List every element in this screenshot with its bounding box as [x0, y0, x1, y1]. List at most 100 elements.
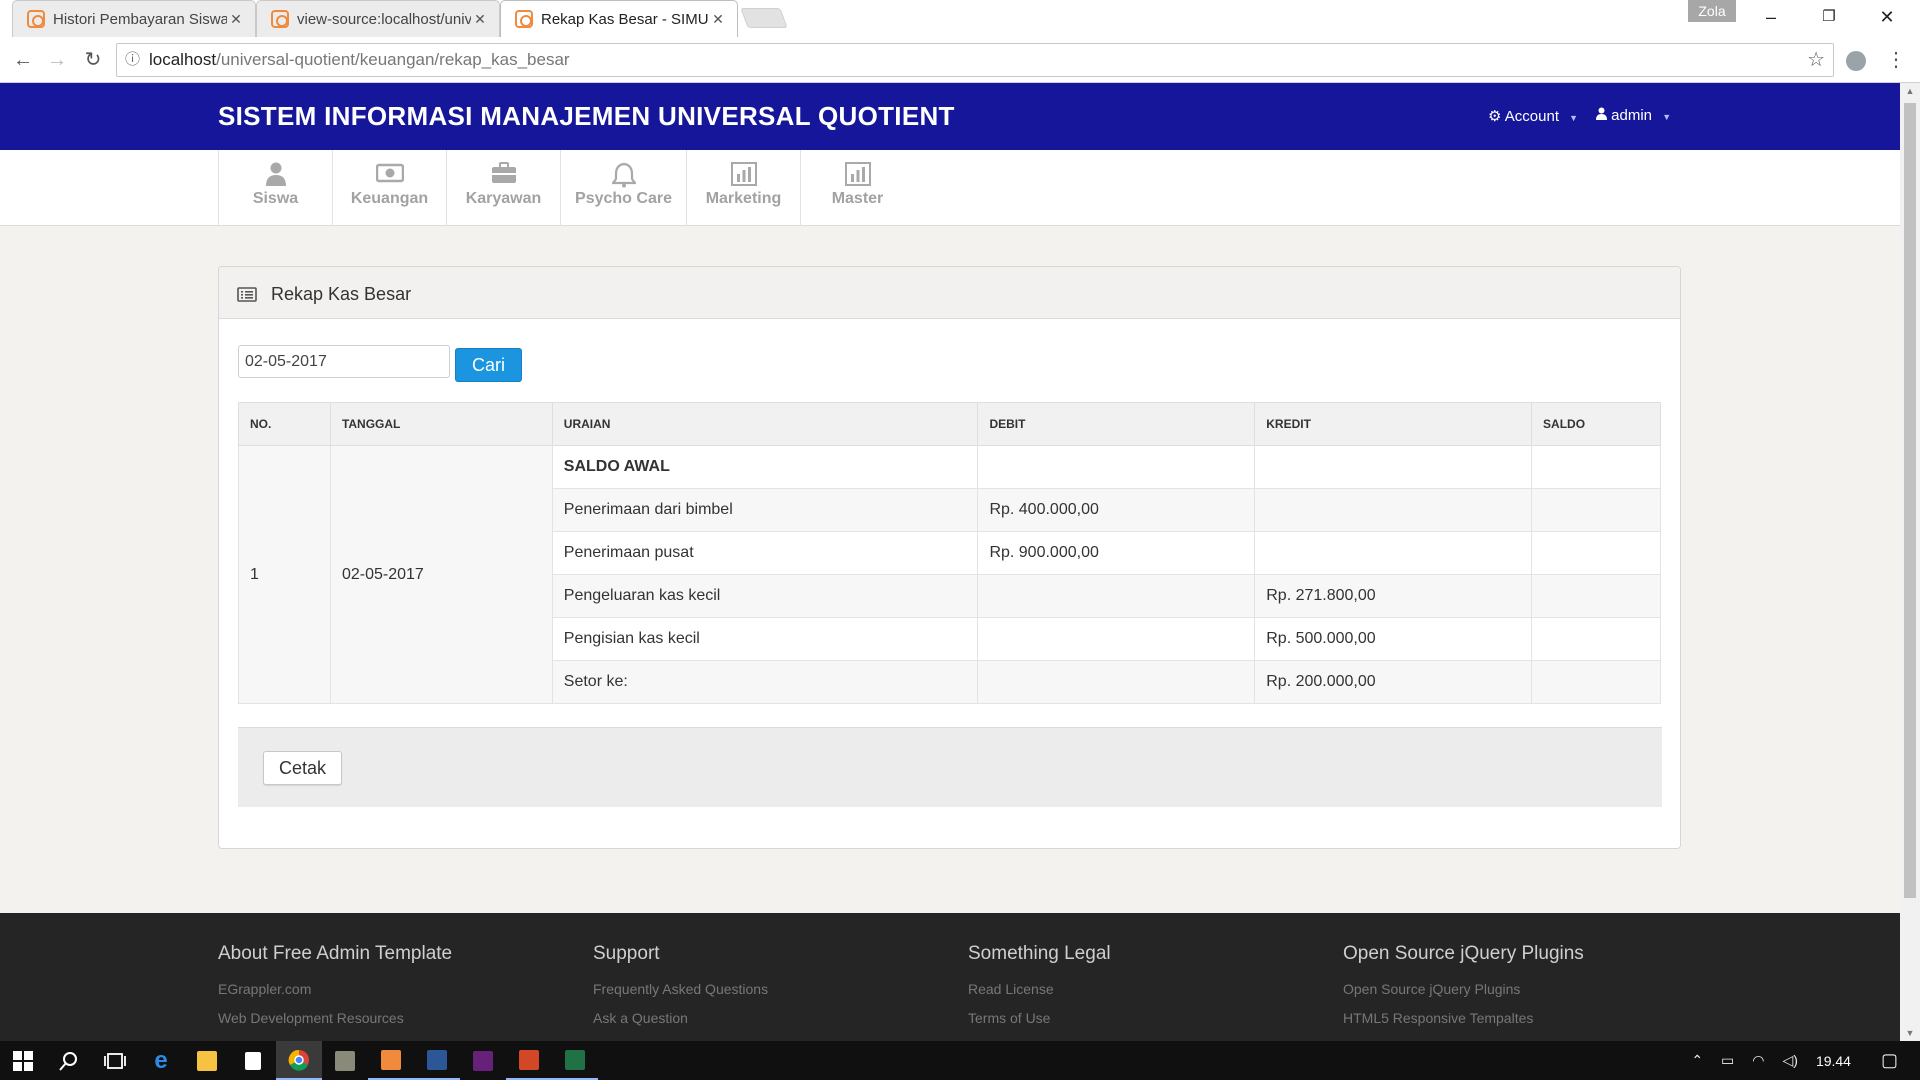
nav-item-marketing[interactable]: Marketing [686, 150, 800, 226]
new-tab-button[interactable] [740, 8, 788, 28]
edge-icon[interactable]: e [138, 1041, 184, 1080]
footer-link[interactable]: Open Source jQuery Plugins [1343, 981, 1584, 997]
table-row: 1 02-05-2017 SALDO AWAL [238, 445, 1661, 704]
nav-label: Karyawan [465, 190, 542, 207]
tab-close-icon[interactable]: ✕ [709, 11, 727, 28]
list-alt-icon [237, 287, 257, 307]
scroll-up-icon[interactable]: ▲ [1900, 83, 1920, 99]
gear-icon: ⚙ [1488, 108, 1502, 125]
date-input[interactable] [238, 345, 450, 378]
footer-column: About Free Admin Template EGrappler.com … [218, 943, 452, 1039]
clock[interactable]: 19.44 [1816, 1053, 1851, 1069]
page-scrollbar[interactable]: ▲ ▼ [1900, 83, 1920, 1041]
tab-close-icon[interactable]: ✕ [471, 11, 489, 28]
bookmark-star-icon[interactable]: ☆ [1807, 44, 1825, 76]
search-button[interactable]: Cari [455, 348, 522, 382]
battery-icon[interactable]: ▭ [1721, 1052, 1734, 1069]
bell-icon [610, 162, 637, 188]
store-icon[interactable] [230, 1041, 276, 1080]
col-header-saldo: SALDO [1531, 402, 1661, 446]
scroll-down-icon[interactable]: ▼ [1900, 1025, 1920, 1041]
nav-item-siswa[interactable]: Siswa [218, 150, 332, 226]
footer-heading: Something Legal [968, 943, 1111, 964]
nav-item-karyawan[interactable]: Karyawan [446, 150, 560, 226]
task-view-icon[interactable] [92, 1041, 138, 1080]
user-menu[interactable]: admin ▼ [1596, 107, 1671, 124]
extension-icon[interactable] [1846, 51, 1866, 71]
powerpoint-icon[interactable] [506, 1041, 552, 1080]
restore-icon[interactable]: ❐ [1800, 0, 1858, 34]
minimize-icon[interactable]: – [1742, 0, 1800, 34]
footer-link[interactable]: Frequently Asked Questions [593, 981, 768, 997]
brand-title[interactable]: SISTEM INFORMASI MANAJEMEN UNIVERSAL QUO… [218, 101, 955, 132]
address-bar[interactable]: ⓘ localhost/universal-quotient/keuangan/… [116, 43, 1834, 77]
cell-kredit [1254, 488, 1533, 532]
tab-close-icon[interactable]: ✕ [227, 11, 245, 28]
visual-studio-icon[interactable] [460, 1041, 506, 1080]
cell-uraian: Setor ke: [551, 660, 979, 704]
chrome-icon[interactable] [276, 1041, 322, 1080]
nav-label: Keuangan [350, 190, 429, 207]
xampp-favicon-icon [27, 10, 45, 28]
nav-item-psycho-care[interactable]: Psycho Care [560, 150, 686, 226]
footer-link[interactable]: Ask a Question [593, 1010, 768, 1026]
scroll-thumb[interactable] [1904, 103, 1916, 898]
back-arrow-icon[interactable]: ← [6, 43, 40, 77]
briefcase-icon [491, 162, 516, 183]
windows-start-icon[interactable] [0, 1041, 46, 1080]
word-icon[interactable] [414, 1041, 460, 1080]
xampp-icon[interactable] [368, 1041, 414, 1080]
footer-link[interactable]: Terms of Use [968, 1010, 1111, 1026]
nav-item-keuangan[interactable]: Keuangan [332, 150, 446, 226]
notification-icon[interactable]: ▢ [1881, 1050, 1898, 1071]
cell-saldo [1531, 660, 1661, 704]
user-label: admin [1611, 107, 1653, 124]
nav-label: Siswa [252, 190, 299, 207]
url-path: /universal-quotient/keuangan/rekap_kas_b… [216, 50, 570, 69]
info-icon[interactable]: ⓘ [125, 44, 140, 76]
footer-link[interactable]: Read License [968, 981, 1111, 997]
browser-tab[interactable]: view-source:localhost/universal-quotient… [256, 0, 500, 37]
account-menu[interactable]: ⚙ Account ▼ [1488, 107, 1578, 125]
widget-header: Rekap Kas Besar [219, 267, 1680, 319]
tab-title: view-source:localhost/universal-quotient [297, 10, 471, 28]
form-actions: Cetak [238, 727, 1662, 807]
cell-kredit: Rp. 200.000,00 [1254, 660, 1533, 704]
search-icon[interactable] [46, 1041, 92, 1080]
browser-tab[interactable]: Histori Pembayaran Siswa ✕ [12, 0, 256, 37]
browser-tab-active[interactable]: Rekap Kas Besar - SIMUNIQ ✕ [500, 0, 738, 37]
cell-kredit [1254, 531, 1533, 575]
cell-debit: Rp. 900.000,00 [977, 531, 1256, 575]
chevron-up-icon[interactable]: ⌃ [1691, 1052, 1703, 1069]
cell-debit [977, 574, 1256, 618]
col-header-kredit: KREDIT [1254, 402, 1533, 446]
cell-kredit: Rp. 500.000,00 [1254, 617, 1533, 661]
cell-uraian: Pengisian kas kecil [551, 617, 979, 661]
excel-icon[interactable] [552, 1041, 598, 1080]
print-button[interactable]: Cetak [263, 751, 342, 785]
forward-arrow-icon[interactable]: → [40, 43, 74, 77]
cell-saldo [1531, 617, 1661, 661]
footer-link[interactable]: Web Development Resources [218, 1010, 452, 1026]
cell-saldo [1531, 488, 1661, 532]
bar-chart-icon [730, 162, 757, 186]
cell-kredit [1254, 445, 1533, 489]
nav-item-master[interactable]: Master [800, 150, 914, 226]
user-icon [1596, 107, 1607, 120]
reload-icon[interactable]: ↻ [76, 43, 110, 77]
volume-icon[interactable]: ◁) [1783, 1052, 1798, 1069]
profile-chip[interactable]: Zola [1688, 0, 1736, 22]
user-icon [265, 162, 286, 186]
wifi-icon[interactable]: ◠ [1752, 1052, 1764, 1069]
system-tray: ⌃ ▭ ◠ ◁) 19.44 ▢ [1691, 1041, 1920, 1080]
footer-link[interactable]: EGrappler.com [218, 981, 452, 997]
browser-tab-strip: Histori Pembayaran Siswa ✕ view-source:l… [0, 0, 1920, 37]
window-close-icon[interactable]: ✕ [1858, 0, 1916, 34]
app-icon[interactable] [322, 1041, 368, 1080]
file-explorer-icon[interactable] [184, 1041, 230, 1080]
browser-menu-icon[interactable]: ⋮ [1886, 43, 1906, 77]
footer-link[interactable]: HTML5 Responsive Tempaltes [1343, 1010, 1584, 1026]
cell-debit [977, 660, 1256, 704]
table-header-row: NO. TANGGAL URAIAN DEBIT KREDIT SALDO [238, 402, 1661, 446]
col-header-debit: DEBIT [977, 402, 1256, 446]
